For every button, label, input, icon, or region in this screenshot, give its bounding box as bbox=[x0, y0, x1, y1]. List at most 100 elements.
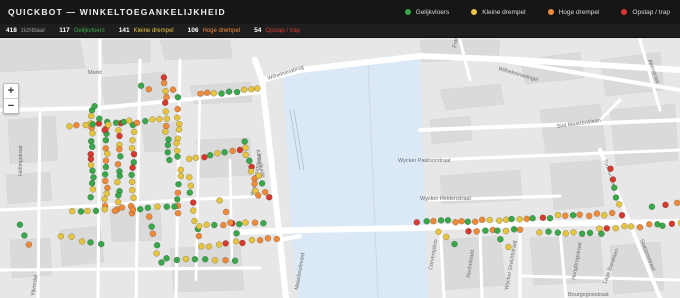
shop-marker[interactable] bbox=[115, 126, 122, 134]
shop-marker[interactable] bbox=[444, 217, 452, 224]
legend-item-kleine-drempel[interactable]: Kleine drempel bbox=[471, 9, 526, 16]
shop-marker[interactable] bbox=[103, 190, 110, 197]
shop-marker[interactable] bbox=[116, 146, 123, 153]
shop-marker[interactable] bbox=[222, 256, 229, 264]
shop-marker[interactable] bbox=[255, 172, 263, 180]
shop-marker[interactable] bbox=[102, 145, 109, 152]
shop-marker[interactable] bbox=[137, 82, 145, 90]
shop-marker[interactable] bbox=[104, 184, 111, 192]
shop-marker[interactable] bbox=[16, 221, 24, 228]
shop-marker[interactable] bbox=[173, 256, 181, 264]
shop-marker[interactable] bbox=[413, 219, 421, 226]
shop-marker[interactable] bbox=[197, 90, 204, 97]
shop-marker[interactable] bbox=[160, 74, 168, 81]
shop-marker[interactable] bbox=[248, 85, 255, 93]
shop-marker[interactable] bbox=[435, 228, 442, 236]
shop-marker[interactable] bbox=[68, 233, 75, 240]
shop-marker[interactable] bbox=[593, 210, 601, 217]
shop-marker[interactable] bbox=[133, 119, 141, 127]
shop-marker[interactable] bbox=[164, 149, 171, 156]
shop-marker[interactable] bbox=[570, 229, 577, 236]
shop-marker[interactable] bbox=[229, 147, 236, 155]
shop-marker[interactable] bbox=[68, 207, 76, 215]
shop-marker[interactable] bbox=[191, 217, 198, 225]
shop-marker[interactable] bbox=[153, 242, 161, 249]
shop-marker[interactable] bbox=[154, 203, 161, 210]
shop-marker[interactable] bbox=[214, 149, 221, 157]
shop-marker[interactable] bbox=[158, 259, 165, 266]
shop-marker[interactable] bbox=[129, 206, 137, 213]
shop-marker[interactable] bbox=[585, 212, 593, 220]
shop-marker[interactable] bbox=[231, 257, 239, 264]
shop-marker[interactable] bbox=[128, 171, 135, 179]
shop-marker[interactable] bbox=[87, 112, 95, 120]
shop-marker[interactable] bbox=[101, 206, 109, 213]
shop-marker[interactable] bbox=[87, 161, 95, 169]
shop-marker[interactable] bbox=[505, 243, 512, 251]
shop-marker[interactable] bbox=[163, 94, 170, 101]
shop-marker[interactable] bbox=[211, 221, 218, 229]
shop-marker[interactable] bbox=[256, 236, 264, 244]
shop-marker[interactable] bbox=[222, 240, 229, 247]
map-view[interactable]: Markt Wilhelminabrug Hellingstraat Maasb… bbox=[0, 38, 680, 298]
shop-marker[interactable] bbox=[510, 226, 518, 233]
shop-marker[interactable] bbox=[210, 90, 218, 97]
shop-marker[interactable] bbox=[89, 167, 96, 175]
shop-marker[interactable] bbox=[57, 233, 65, 240]
shop-marker[interactable] bbox=[173, 114, 181, 121]
shop-marker[interactable] bbox=[173, 140, 181, 147]
shop-marker[interactable] bbox=[465, 227, 472, 235]
shop-marker[interactable] bbox=[130, 150, 138, 158]
shop-marker[interactable] bbox=[174, 153, 181, 160]
shop-marker[interactable] bbox=[236, 146, 244, 154]
shop-marker[interactable] bbox=[82, 121, 89, 129]
shop-marker[interactable] bbox=[145, 213, 153, 220]
shop-marker[interactable] bbox=[578, 230, 586, 238]
shop-marker[interactable] bbox=[142, 117, 149, 125]
shop-marker[interactable] bbox=[508, 215, 515, 223]
shop-marker[interactable] bbox=[659, 222, 666, 229]
shop-marker[interactable] bbox=[66, 122, 73, 130]
shop-marker[interactable] bbox=[636, 224, 644, 231]
shop-marker[interactable] bbox=[192, 154, 200, 162]
shop-marker[interactable] bbox=[576, 211, 583, 219]
shop-marker[interactable] bbox=[114, 178, 121, 186]
shop-marker[interactable] bbox=[203, 221, 210, 229]
shop-marker[interactable] bbox=[163, 115, 171, 123]
shop-marker[interactable] bbox=[111, 207, 119, 215]
shop-marker[interactable] bbox=[164, 141, 172, 149]
shop-marker[interactable] bbox=[251, 180, 258, 187]
shop-marker[interactable] bbox=[156, 115, 163, 123]
shop-marker[interactable] bbox=[186, 189, 194, 196]
shop-marker[interactable] bbox=[87, 194, 94, 201]
shop-marker[interactable] bbox=[612, 224, 619, 232]
shop-marker[interactable] bbox=[502, 227, 510, 235]
shop-marker[interactable] bbox=[215, 241, 223, 248]
shop-marker[interactable] bbox=[120, 118, 127, 126]
shop-marker[interactable] bbox=[222, 208, 230, 216]
shop-marker[interactable] bbox=[88, 143, 96, 151]
shop-marker[interactable] bbox=[248, 236, 256, 244]
shop-marker[interactable] bbox=[611, 184, 618, 191]
shop-marker[interactable] bbox=[129, 164, 136, 171]
shop-marker[interactable] bbox=[174, 209, 182, 217]
shop-marker[interactable] bbox=[430, 217, 437, 225]
shop-marker[interactable] bbox=[78, 238, 86, 245]
shop-marker[interactable] bbox=[90, 174, 97, 181]
shop-marker[interactable] bbox=[163, 203, 171, 211]
shop-marker[interactable] bbox=[668, 220, 676, 228]
shop-marker[interactable] bbox=[239, 239, 246, 247]
shop-marker[interactable] bbox=[130, 194, 137, 202]
shop-marker[interactable] bbox=[174, 189, 182, 196]
shop-marker[interactable] bbox=[73, 121, 80, 129]
shop-marker[interactable] bbox=[149, 116, 156, 123]
shop-marker[interactable] bbox=[516, 226, 524, 233]
shop-marker[interactable] bbox=[185, 174, 193, 181]
shop-marker[interactable] bbox=[144, 204, 152, 212]
shop-marker[interactable] bbox=[145, 86, 153, 93]
shop-marker[interactable] bbox=[191, 256, 199, 263]
shop-marker[interactable] bbox=[673, 199, 680, 207]
shop-marker[interactable] bbox=[160, 79, 168, 87]
legend-item-opstap-trap[interactable]: Opstap / trap bbox=[621, 9, 670, 16]
shop-marker[interactable] bbox=[423, 217, 430, 225]
